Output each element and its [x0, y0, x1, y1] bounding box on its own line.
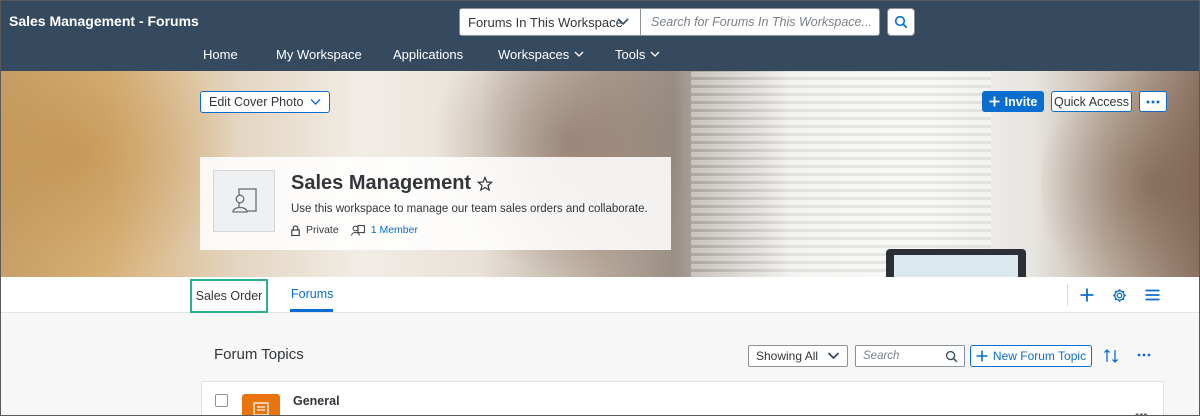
- tab-sales-order[interactable]: Sales Order: [190, 279, 268, 313]
- hamburger-menu-icon: [1145, 289, 1159, 301]
- workspace-avatar: [213, 170, 275, 232]
- search-icon[interactable]: [945, 350, 958, 363]
- cover-photo-monitor: [886, 249, 1026, 277]
- chevron-down-icon: [310, 99, 320, 105]
- workspace-info-card: Sales Management Use this workspace to m…: [200, 157, 671, 250]
- forum-topic-icon: [242, 394, 280, 415]
- workspace-meta: Private 1 Member: [291, 224, 418, 236]
- forum-topic-icon: [253, 402, 269, 415]
- nav-my-workspace-label: My Workspace: [276, 47, 362, 62]
- nav-tools-label: Tools: [615, 47, 646, 62]
- cover-photo-monitor-screen: [894, 255, 1018, 277]
- topic-more-icon[interactable]: •••: [1135, 408, 1148, 415]
- nav-home-label: Home: [203, 47, 238, 62]
- topic-search-placeholder: Search: [863, 350, 900, 362]
- topic-checkbox[interactable]: [215, 394, 228, 407]
- quick-access-button[interactable]: Quick Access: [1051, 91, 1132, 112]
- app-title: Sales Management - Forums: [9, 13, 199, 29]
- workspace-name: Sales Management: [291, 172, 472, 194]
- topic-filter-select[interactable]: Showing All: [748, 345, 848, 367]
- plus-icon: [976, 350, 988, 362]
- forum-search-input[interactable]: Search for Forums In This Workspace...: [641, 8, 880, 36]
- nav-applications[interactable]: Applications: [393, 47, 463, 62]
- settings-button[interactable]: [1110, 286, 1128, 304]
- search-button[interactable]: [887, 8, 915, 36]
- nav-my-workspace[interactable]: My Workspace: [276, 47, 362, 62]
- section-title: Forum Topics: [214, 346, 304, 363]
- chevron-down-icon: [650, 51, 660, 57]
- search-scope-value: Forums In This Workspace: [468, 14, 623, 30]
- chevron-down-icon: [827, 352, 840, 360]
- cover-photo-window-blinds: [691, 71, 991, 277]
- members-icon: [350, 224, 365, 236]
- add-page-button[interactable]: [1078, 286, 1096, 304]
- star-icon[interactable]: [477, 175, 494, 192]
- invite-button[interactable]: Invite: [982, 91, 1044, 112]
- active-tab-indicator: [290, 309, 333, 312]
- edit-cover-photo-button[interactable]: Edit Cover Photo: [200, 91, 330, 113]
- search-icon: [894, 15, 908, 29]
- plus-icon: [1080, 288, 1094, 302]
- new-forum-topic-button[interactable]: New Forum Topic: [970, 345, 1092, 367]
- new-forum-topic-label: New Forum Topic: [992, 349, 1087, 363]
- nav-applications-label: Applications: [393, 47, 464, 62]
- lock-icon: [291, 224, 300, 236]
- workspace-privacy: Private: [306, 224, 339, 236]
- invite-label: Invite: [1004, 94, 1038, 109]
- sort-icon[interactable]: [1102, 347, 1120, 365]
- tab-sales-order-label: Sales Order: [195, 289, 263, 303]
- quick-access-label: Quick Access: [1053, 94, 1130, 109]
- topic-search-input[interactable]: Search: [855, 345, 965, 367]
- topic-filter-value: Showing All: [756, 349, 819, 363]
- nav-workspaces[interactable]: Workspaces: [498, 47, 584, 62]
- top-header: Sales Management - Forums Forums In This…: [1, 1, 1199, 71]
- chevron-down-icon: [574, 51, 584, 57]
- gear-icon: [1112, 288, 1126, 302]
- tab-forums[interactable]: Forums: [291, 287, 333, 301]
- forum-topic-card[interactable]: [201, 381, 1164, 415]
- cover-photo-shade: [1, 71, 231, 277]
- edit-cover-photo-label: Edit Cover Photo: [209, 95, 304, 109]
- topic-title[interactable]: General: [293, 394, 340, 408]
- plus-icon: [989, 96, 1000, 107]
- tab-bar-divider: [1067, 284, 1068, 306]
- workspace-description: Use this workspace to manage our team sa…: [291, 203, 648, 215]
- more-options-button[interactable]: [1139, 91, 1167, 112]
- search-scope-select[interactable]: Forums In This Workspace: [459, 8, 641, 36]
- nav-tools[interactable]: Tools: [615, 47, 660, 62]
- workspace-members-link[interactable]: 1 Member: [371, 224, 418, 236]
- workspace-title: Sales Management: [291, 172, 494, 195]
- workspace-icon: [232, 188, 257, 213]
- more-icon: [1146, 100, 1160, 103]
- nav-home[interactable]: Home: [203, 47, 238, 62]
- workspace-tab-bar: [1, 277, 1199, 313]
- chevron-down-icon: [617, 18, 629, 26]
- more-icon[interactable]: [1135, 348, 1153, 362]
- menu-button[interactable]: [1143, 286, 1161, 304]
- app-window: Sales Management - Forums Forums In This…: [0, 0, 1200, 416]
- main-nav: Home My Workspace Applications Workspace…: [1, 45, 1199, 65]
- nav-workspaces-label: Workspaces: [498, 47, 570, 62]
